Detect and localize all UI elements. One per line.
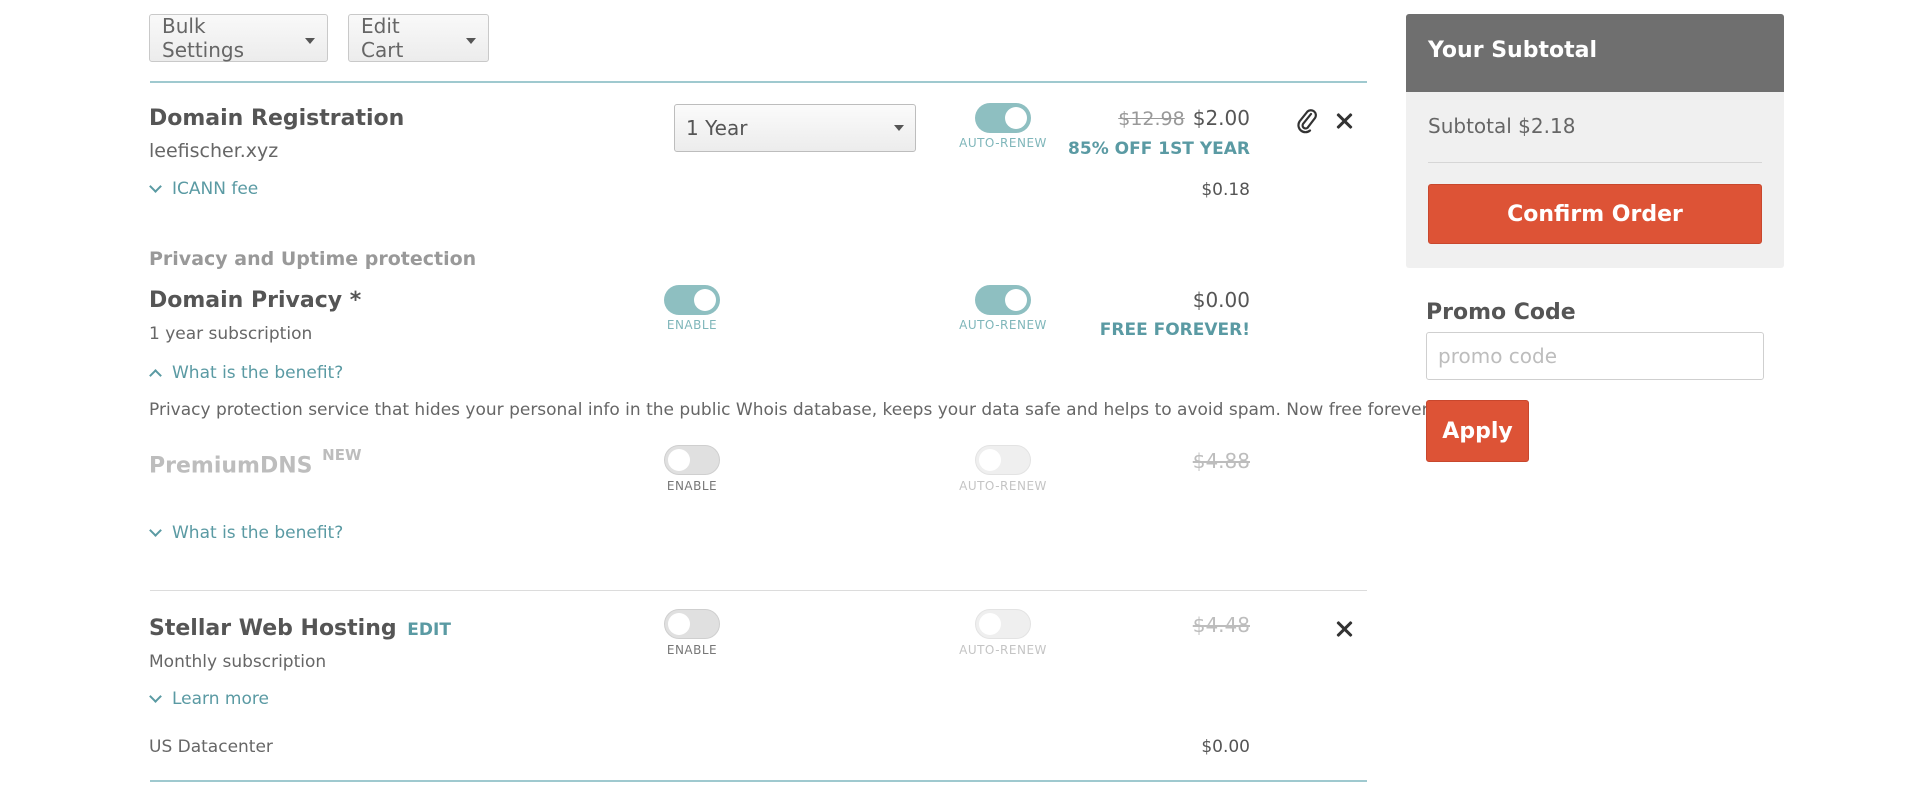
domain-promo-text: 85% OFF 1ST YEAR [1068, 139, 1250, 159]
edit-cart-dropdown[interactable]: Edit Cart [348, 14, 489, 62]
web-hosting-enable-toggle[interactable] [664, 609, 720, 639]
domain-privacy-title: Domain Privacy * [149, 288, 362, 313]
privacy-enable-toggle[interactable] [664, 285, 720, 315]
chevron-down-icon [149, 524, 162, 537]
subtotal-heading: Your Subtotal [1406, 14, 1784, 92]
domain-old-price: $12.98 [1118, 108, 1185, 130]
domain-registration-title: Domain Registration [149, 106, 405, 131]
domain-new-price: $2.00 [1192, 106, 1250, 130]
confirm-order-button[interactable]: Confirm Order [1428, 184, 1762, 244]
subtotal-panel: Your Subtotal Subtotal $2.18 Confirm Ord… [1406, 14, 1784, 268]
chevron-down-icon [149, 690, 162, 703]
premium-dns-enable-label: ENABLE [666, 479, 718, 493]
apply-button[interactable]: Apply [1426, 400, 1529, 462]
premium-dns-name: PremiumDNS [149, 453, 313, 479]
premium-dns-enable-toggle[interactable] [664, 445, 720, 475]
web-hosting-price: $4.48 [1192, 613, 1250, 637]
learn-more-label: Learn more [172, 689, 269, 709]
privacy-enable-label: ENABLE [666, 318, 718, 332]
chevron-up-icon [149, 369, 162, 382]
toggle-knob [694, 289, 716, 311]
privacy-benefit-label: What is the benefit? [172, 363, 344, 383]
promo-code-input[interactable] [1426, 332, 1764, 380]
toggle-knob [979, 449, 1001, 471]
privacy-promo-text: FREE FOREVER! [1099, 320, 1250, 340]
chevron-down-icon [149, 180, 162, 193]
premium-dns-benefit-label: What is the benefit? [172, 523, 344, 543]
divider [1428, 162, 1762, 163]
domain-privacy-subtitle: 1 year subscription [149, 324, 313, 344]
toggle-knob [668, 449, 690, 471]
icann-fee-toggle[interactable]: ICANN fee [149, 179, 259, 199]
divider [150, 590, 1367, 591]
datacenter-price: $0.00 [1201, 737, 1250, 757]
premium-dns-auto-renew-label: AUTO-RENEW [959, 479, 1047, 493]
privacy-section-heading: Privacy and Uptime protection [149, 248, 477, 270]
divider [150, 780, 1367, 782]
edit-cart-label: Edit Cart [361, 14, 404, 62]
web-hosting-auto-renew-label: AUTO-RENEW [959, 643, 1047, 657]
remove-domain-close-icon[interactable] [1334, 110, 1356, 132]
privacy-benefit-toggle[interactable]: What is the benefit? [149, 363, 344, 383]
registration-period-value: 1 Year [686, 116, 748, 140]
premium-dns-price: $4.88 [1192, 449, 1250, 473]
new-badge: NEW [322, 446, 362, 464]
divider [150, 81, 1367, 83]
privacy-benefit-text: Privacy protection service that hides yo… [149, 400, 1436, 420]
caret-down-icon [894, 125, 904, 131]
domain-auto-renew-toggle[interactable] [975, 103, 1031, 133]
icann-fee-price: $0.18 [1201, 180, 1250, 200]
web-hosting-name: Stellar Web Hosting [149, 616, 397, 641]
premium-dns-benefit-toggle[interactable]: What is the benefit? [149, 523, 344, 543]
domain-price: $12.98 $2.00 [1040, 106, 1250, 130]
caret-down-icon [305, 38, 315, 44]
web-hosting-auto-renew-toggle[interactable] [975, 609, 1031, 639]
toggle-knob [1005, 107, 1027, 129]
web-hosting-title: Stellar Web Hosting EDIT [149, 616, 451, 641]
registration-period-select[interactable]: 1 Year [674, 104, 916, 152]
datacenter-label: US Datacenter [149, 737, 273, 757]
web-hosting-learn-more-toggle[interactable]: Learn more [149, 689, 269, 709]
premium-dns-auto-renew-toggle[interactable] [975, 445, 1031, 475]
web-hosting-enable-label: ENABLE [666, 643, 718, 657]
web-hosting-edit-link[interactable]: EDIT [407, 620, 451, 640]
paperclip-icon[interactable] [1295, 108, 1319, 134]
privacy-price: $0.00 [1192, 288, 1250, 312]
domain-name: leefischer.xyz [149, 140, 279, 162]
toggle-knob [979, 613, 1001, 635]
privacy-auto-renew-toggle[interactable] [975, 285, 1031, 315]
premium-dns-title: PremiumDNS NEW [149, 446, 362, 479]
web-hosting-subtitle: Monthly subscription [149, 652, 327, 672]
bulk-settings-dropdown[interactable]: Bulk Settings [149, 14, 328, 62]
icann-fee-label: ICANN fee [172, 179, 259, 199]
toggle-knob [668, 613, 690, 635]
caret-down-icon [466, 38, 476, 44]
subtotal-value: Subtotal $2.18 [1428, 114, 1576, 138]
toggle-knob [1005, 289, 1027, 311]
promo-code-label: Promo Code [1426, 300, 1576, 325]
bulk-settings-label: Bulk Settings [162, 14, 245, 62]
remove-hosting-close-icon[interactable] [1334, 618, 1356, 640]
